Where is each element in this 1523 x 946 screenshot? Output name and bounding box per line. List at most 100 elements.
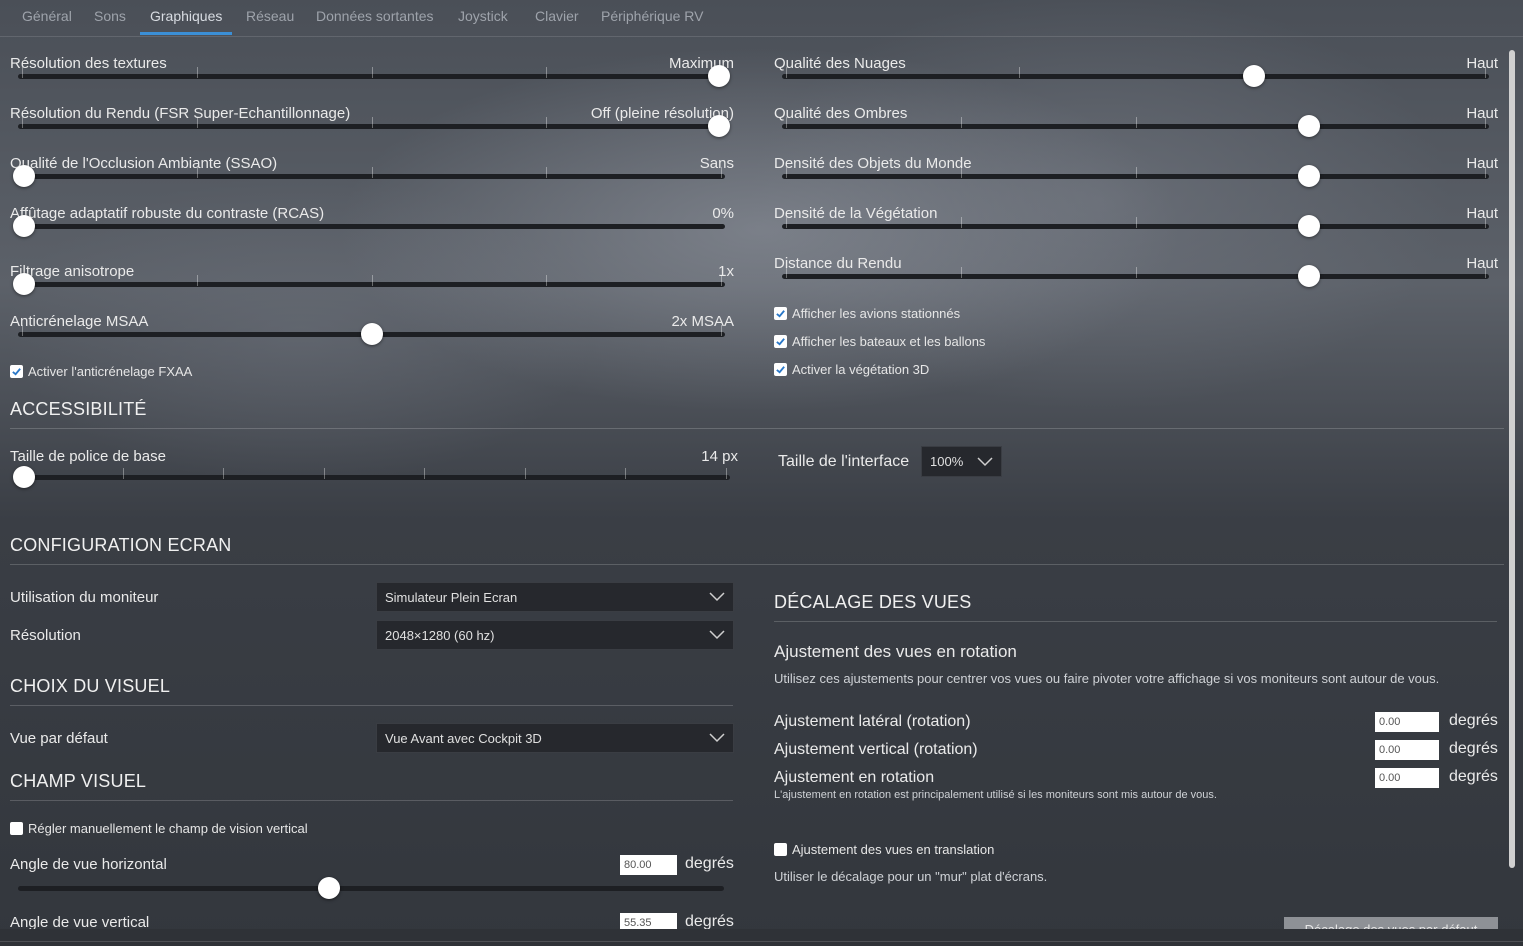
tab-joystick[interactable]: Joystick [458, 8, 508, 24]
left-setting-slider-tick [22, 67, 23, 78]
right-setting-slider-tick [786, 167, 787, 178]
tab-data-output[interactable]: Données sortantes [316, 8, 434, 24]
base-font-size-slider-track[interactable] [18, 475, 730, 480]
base-font-size-value: 14 px [701, 448, 738, 465]
translation-note: Utiliser le décalage pour un "mur" plat … [774, 869, 1048, 884]
right-setting-slider-thumb-0[interactable] [1242, 65, 1265, 87]
translation-checkbox-row[interactable]: Ajustement des vues en translation [774, 842, 994, 857]
resolution-value: 2048×1280 (60 hz) [385, 627, 495, 643]
left-setting-slider-tick [546, 117, 548, 128]
chevron-down-icon [709, 733, 725, 743]
right-setting-slider-tick [1135, 267, 1137, 278]
right-setting-slider-tick [786, 267, 787, 278]
left-setting-slider-tick [546, 67, 548, 78]
tab-bar: Général Sons Graphiques Réseau Données s… [0, 0, 1523, 37]
right-setting-slider-track-0[interactable] [782, 74, 1489, 79]
right-setting-slider-tick [960, 167, 962, 178]
left-setting-slider-tick [196, 117, 198, 128]
3d-vegetation-label: Activer la végétation 3D [792, 362, 930, 377]
left-setting-slider-tick [22, 117, 23, 128]
left-setting-value-3: 0% [712, 205, 734, 222]
right-setting-slider-thumb-4[interactable] [1298, 265, 1321, 287]
right-setting-slider-thumb-1[interactable] [1298, 115, 1321, 137]
tab-network[interactable]: Réseau [246, 8, 294, 24]
ui-size-dropdown[interactable]: 100% [921, 446, 1002, 477]
vertical-adjust-input[interactable] [1375, 740, 1439, 760]
ui-size-label: Taille de l'interface [778, 453, 910, 470]
base-font-size-slider-thumb[interactable] [13, 466, 35, 488]
rotation-adjust-input[interactable] [1375, 768, 1439, 788]
vertical-adjust-label: Ajustement vertical (rotation) [774, 741, 978, 758]
left-setting-slider-thumb-2[interactable] [13, 165, 35, 187]
tab-general[interactable]: Général [22, 8, 72, 24]
boats-balloons-checkbox[interactable] [774, 335, 787, 348]
left-setting-slider-thumb-3[interactable] [13, 215, 35, 237]
left-setting-label-1: Résolution du Rendu (FSR Super-Echantill… [10, 105, 351, 122]
default-view-dropdown[interactable]: Vue Avant avec Cockpit 3D [376, 723, 734, 753]
tab-vr-device[interactable]: Périphérique RV [601, 8, 703, 24]
right-setting-slider-tick [1485, 67, 1486, 78]
scrollbar[interactable] [1509, 50, 1515, 868]
monitor-usage-value: Simulateur Plein Ecran [385, 589, 518, 605]
horizontal-fov-slider-thumb[interactable] [318, 877, 341, 899]
horizontal-fov-slider-track[interactable] [18, 886, 724, 891]
vertical-adjust-unit: degrés [1449, 740, 1498, 757]
accessibility-heading: ACCESSIBILITÉ [10, 399, 147, 419]
fxaa-checkbox[interactable] [10, 365, 23, 378]
tab-graphics[interactable]: Graphiques [150, 8, 222, 24]
bottom-divider [0, 941, 1523, 942]
left-setting-label-5: Anticrénelage MSAA [10, 313, 149, 330]
right-setting-label-3: Densité de la Végétation [774, 205, 938, 222]
right-setting-label-2: Densité des Objets du Monde [774, 155, 972, 172]
right-setting-label-0: Qualité des Nuages [774, 55, 906, 72]
default-view-offset-button[interactable]: Décalage des vues par défaut [1284, 917, 1498, 929]
left-setting-slider-thumb-4[interactable] [13, 273, 35, 295]
default-view-value: Vue Avant avec Cockpit 3D [385, 730, 542, 746]
parked-aircraft-checkbox[interactable] [774, 307, 787, 320]
left-setting-slider-track-3[interactable] [18, 224, 725, 229]
lateral-adjust-input[interactable] [1375, 712, 1439, 732]
manual-vfov-checkbox[interactable] [10, 822, 23, 835]
checkmark-icon [776, 366, 785, 374]
ui-size-value: 100% [930, 454, 964, 469]
3d-vegetation-checkbox[interactable] [774, 363, 787, 376]
left-setting-slider-tick [371, 167, 373, 178]
left-setting-value-2: Sans [699, 155, 734, 172]
base-font-size-slider-tick [424, 468, 425, 479]
right-setting-slider-tick [1485, 267, 1486, 278]
right-setting-slider-thumb-2[interactable] [1298, 165, 1321, 187]
chevron-down-icon [709, 592, 725, 602]
lateral-adjust-unit: degrés [1449, 712, 1498, 729]
boats-balloons-checkbox-row[interactable]: Afficher les bateaux et les ballons [774, 334, 985, 349]
screen-config-heading: CONFIGURATION ECRAN [10, 535, 232, 555]
right-setting-slider-tick [1019, 67, 1020, 78]
fxaa-checkbox-row[interactable]: Activer l'anticrénelage FXAA [10, 364, 192, 379]
translation-checkbox[interactable] [774, 843, 787, 856]
left-setting-slider-thumb-5[interactable] [360, 323, 383, 345]
right-setting-label-4: Distance du Rendu [774, 255, 902, 272]
right-setting-slider-thumb-3[interactable] [1298, 215, 1321, 237]
horizontal-fov-unit: degrés [685, 855, 734, 872]
right-setting-value-0: Haut [1466, 55, 1498, 72]
base-font-size-slider-tick [223, 468, 224, 479]
3d-vegetation-checkbox-row[interactable]: Activer la végétation 3D [774, 362, 929, 377]
tab-sounds[interactable]: Sons [94, 8, 126, 24]
horizontal-fov-label: Angle de vue horizontal [10, 856, 167, 873]
bottom-bar [0, 929, 1523, 946]
parked-aircraft-checkbox-row[interactable]: Afficher les avions stationnés [774, 306, 960, 321]
left-setting-slider-thumb-1[interactable] [708, 115, 730, 137]
checkmark-icon [776, 338, 785, 346]
checkmark-icon [776, 310, 785, 318]
tab-keyboard[interactable]: Clavier [535, 8, 579, 24]
right-setting-slider-tick [960, 217, 962, 228]
view-offset-divider [774, 621, 1497, 622]
left-setting-slider-thumb-0[interactable] [708, 65, 730, 87]
base-font-size-slider-tick [625, 468, 626, 479]
resolution-dropdown[interactable]: 2048×1280 (60 hz) [376, 620, 734, 650]
rotation-adjust-note: L'ajustement en rotation est principalem… [774, 789, 1217, 801]
monitor-usage-dropdown[interactable]: Simulateur Plein Ecran [376, 582, 734, 612]
field-of-view-divider [10, 800, 733, 801]
horizontal-fov-input[interactable] [620, 855, 677, 875]
right-setting-value-4: Haut [1466, 255, 1498, 272]
manual-vfov-checkbox-row[interactable]: Régler manuellement le champ de vision v… [10, 821, 308, 836]
